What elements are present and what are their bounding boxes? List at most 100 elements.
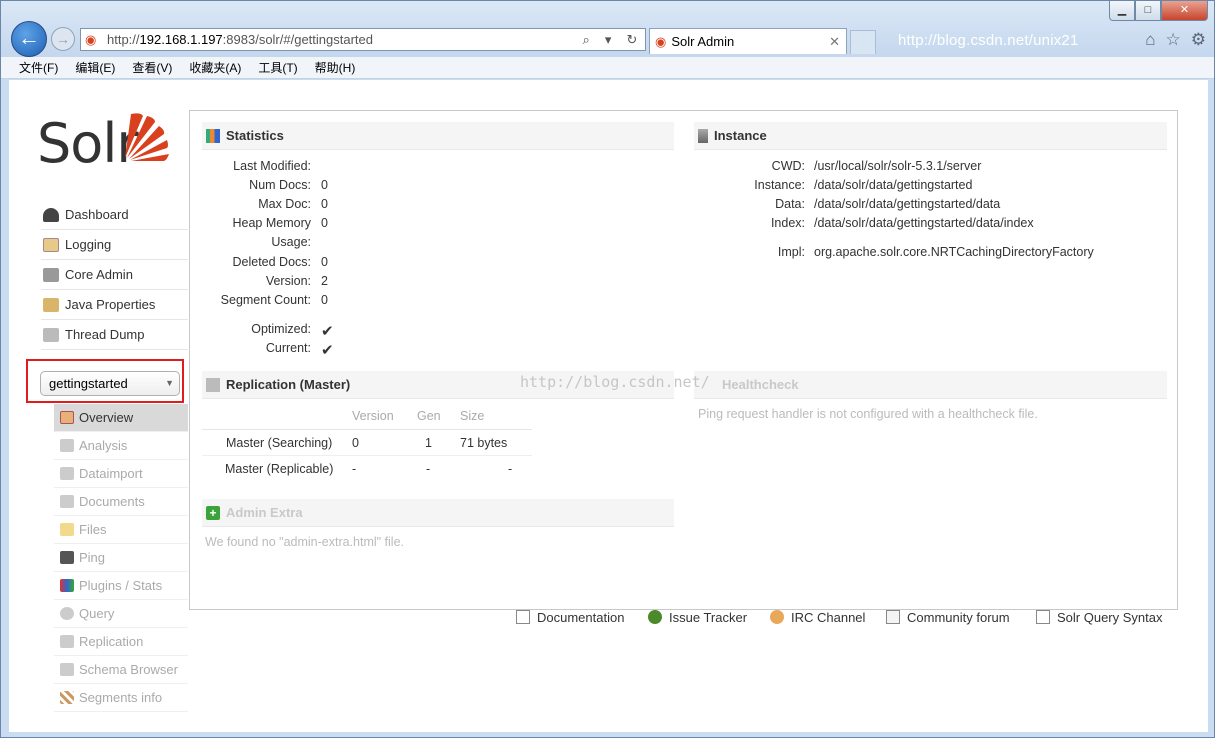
favorites-star-icon[interactable]: ☆: [1166, 30, 1181, 50]
stat-version: Version: 2: [202, 274, 328, 288]
instance-block: Instance: [694, 122, 1167, 150]
footer-label: Issue Tracker: [669, 609, 748, 625]
core-menu-overview[interactable]: Overview: [54, 404, 188, 432]
stat-num-docs: Num Docs: 0: [202, 178, 328, 192]
replication-table: Version Gen Size Master (Searching) 0 1 …: [202, 409, 532, 489]
settings-gear-icon[interactable]: ⚙: [1191, 30, 1206, 50]
core-menu-analysis[interactable]: Analysis: [54, 432, 188, 460]
nav-label: Core Admin: [65, 267, 133, 282]
stat-heap-memory: Heap Memory 0: [202, 216, 328, 230]
nav-dashboard[interactable]: Dashboard: [41, 200, 188, 230]
stat-optimized: Optimized: ✔: [202, 322, 333, 340]
core-selector-highlight: gettingstarted ▼: [26, 359, 184, 403]
watermark-text: http://blog.csdn.net/unix21: [898, 32, 1079, 49]
core-menu-label: Plugins / Stats: [79, 578, 163, 593]
core-menu-query[interactable]: Query: [54, 600, 188, 628]
dropdown-arrow-icon[interactable]: ▾: [605, 32, 612, 48]
home-icon[interactable]: ⌂: [1145, 30, 1155, 50]
plus-icon: +: [206, 505, 220, 520]
maximize-button[interactable]: □: [1135, 1, 1161, 21]
menu-help[interactable]: 帮助(H): [315, 59, 356, 76]
stat-key: Deleted Docs:: [232, 255, 311, 269]
footer-community-forum[interactable]: Community forum: [886, 610, 1010, 625]
browser-window: ▁ □ ✕ ← → ◉ http://192.168.1.197:8983/so…: [0, 0, 1215, 738]
nav-label: Logging: [65, 237, 112, 252]
core-menu-label: Overview: [79, 410, 134, 425]
core-menu-replication[interactable]: Replication: [54, 628, 188, 656]
core-menu-label: Replication: [79, 634, 144, 649]
core-menu-label: Analysis: [79, 438, 128, 453]
funnel-icon: [60, 439, 74, 452]
core-menu-schema-browser[interactable]: Schema Browser: [54, 656, 188, 684]
nav-thread-dump[interactable]: Thread Dump: [41, 320, 188, 350]
back-button[interactable]: ←: [11, 21, 47, 57]
documents-icon: [60, 495, 74, 508]
tab-close-icon[interactable]: ✕: [829, 34, 840, 50]
nav-java-properties[interactable]: Java Properties: [41, 290, 188, 320]
logging-icon: [43, 237, 59, 252]
tab-solr-admin[interactable]: ◉ Solr Admin ✕: [649, 28, 847, 54]
core-menu-segments-info[interactable]: Segments info: [54, 684, 188, 712]
instance-title: Instance: [714, 128, 767, 143]
menu-tools[interactable]: 工具(T): [258, 59, 297, 76]
row-size: -: [508, 462, 513, 476]
forward-button[interactable]: →: [51, 27, 75, 51]
footer-documentation[interactable]: Documentation: [516, 610, 624, 625]
footer-solr-query-syntax[interactable]: Solr Query Syntax: [1036, 610, 1163, 625]
instance-data: Data: /data/solr/data/gettingstarted/data: [697, 197, 1000, 211]
url-text[interactable]: http://192.168.1.197:8983/solr/#/getting…: [107, 32, 575, 47]
menu-edit[interactable]: 编辑(E): [75, 59, 115, 76]
stat-last-modified: Last Modified:: [202, 159, 321, 173]
core-menu-files[interactable]: Files: [54, 516, 188, 544]
core-menu-label: Documents: [79, 494, 145, 509]
document-icon: [516, 610, 530, 624]
window-controls: ▁ □ ✕: [1109, 1, 1208, 21]
ping-monitor-icon: [60, 551, 74, 564]
stat-value: 0: [321, 293, 328, 307]
instance-key: Index:: [770, 216, 805, 230]
admin-extra-title: Admin Extra: [226, 505, 303, 520]
footer-label: Documentation: [537, 609, 625, 625]
menu-favorites[interactable]: 收藏夹(A): [189, 59, 241, 76]
core-selector[interactable]: gettingstarted ▼: [40, 371, 180, 396]
address-bar[interactable]: ◉ http://192.168.1.197:8983/solr/#/getti…: [80, 28, 646, 51]
search-icon[interactable]: ⌕: [583, 32, 590, 48]
instance-key: Impl:: [777, 245, 805, 259]
admin-extra-header: + Admin Extra: [202, 499, 674, 527]
col-version: Version: [352, 409, 394, 423]
nav-core-admin[interactable]: Core Admin: [41, 260, 188, 290]
solr-tab-favicon-icon: ◉: [655, 33, 667, 49]
new-tab-button[interactable]: [850, 30, 876, 54]
core-menu-dataimport[interactable]: Dataimport: [54, 460, 188, 488]
solr-sunburst-icon: [125, 113, 169, 161]
table-divider: [202, 455, 532, 456]
envelope-icon: [886, 610, 900, 624]
close-window-button[interactable]: ✕: [1161, 1, 1208, 21]
menu-view[interactable]: 查看(V): [132, 59, 172, 76]
table-divider: [202, 429, 532, 430]
query-syntax-icon: [1036, 610, 1050, 624]
instance-index: Index: /data/solr/data/gettingstarted/dat…: [697, 216, 1034, 230]
stat-key: Usage:: [271, 235, 311, 249]
footer-issue-tracker[interactable]: Issue Tracker: [648, 610, 747, 625]
back-arrow-icon: ←: [18, 25, 40, 50]
instance-value: /data/solr/data/gettingstarted: [814, 178, 973, 192]
stat-key: Max Doc:: [258, 197, 311, 211]
footer-irc-channel[interactable]: IRC Channel: [770, 610, 865, 625]
core-menu-ping[interactable]: Ping: [54, 544, 188, 572]
url-host: 192.168.1.197: [139, 32, 223, 47]
stat-value: 0: [321, 197, 328, 211]
core-menu-documents[interactable]: Documents: [54, 488, 188, 516]
footer-label: IRC Channel: [791, 609, 866, 625]
tab-title: Solr Admin: [671, 34, 735, 49]
main-nav: Dashboard Logging Core Admin Java Proper…: [41, 200, 188, 350]
minimize-button[interactable]: ▁: [1109, 1, 1135, 21]
thread-dump-icon: [43, 327, 59, 342]
refresh-icon[interactable]: ↻: [627, 32, 638, 48]
instance-cwd: CWD: /usr/local/solr/solr-5.3.1/server: [697, 159, 982, 173]
core-menu-plugins-stats[interactable]: Plugins / Stats: [54, 572, 188, 600]
menu-file[interactable]: 文件(F): [19, 59, 58, 76]
nav-logging[interactable]: Logging: [41, 230, 188, 260]
core-menu-label: Ping: [79, 550, 106, 565]
solr-logo[interactable]: Solr: [37, 108, 177, 188]
